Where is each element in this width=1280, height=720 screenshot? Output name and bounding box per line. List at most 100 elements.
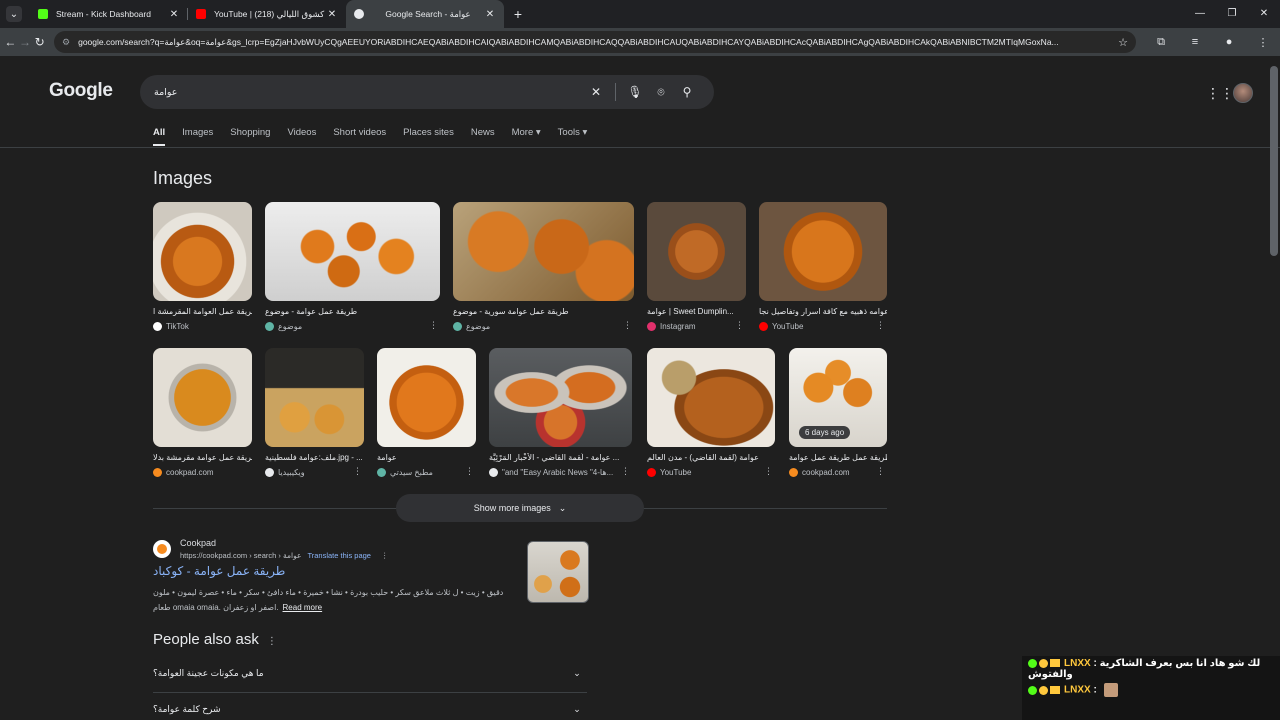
lens-icon[interactable]: ⌾ <box>648 85 674 100</box>
image-thumbnail[interactable] <box>153 202 252 301</box>
search-box[interactable]: عوامة ✕ 🎙 ⌾ ⚲ <box>140 75 714 109</box>
tab-news[interactable]: News <box>471 127 495 146</box>
image-result[interactable]: طريقة عمل عوامة سورية - موضوع موضوع ⋮ <box>453 202 634 331</box>
extensions-icon[interactable]: ⧉ <box>1144 36 1178 49</box>
image-result[interactable]: طريقة عمل عوامة - موضوع موضوع ⋮ <box>265 202 440 331</box>
more-options-icon[interactable]: ⋮ <box>267 636 277 647</box>
reload-icon[interactable]: ↻ <box>33 35 46 49</box>
close-window-icon[interactable]: ✕ <box>1248 0 1280 28</box>
subscriber-badge-icon <box>1039 658 1048 668</box>
result-title-link[interactable]: طريقة عمل عوامة - كوكباد <box>153 564 513 578</box>
image-caption: طريقة عمل عوامة - موضوع <box>265 307 358 316</box>
close-tab-icon[interactable]: ✕ <box>484 9 496 20</box>
image-thumbnail[interactable] <box>647 202 746 301</box>
images-heading: Images <box>153 168 213 188</box>
restore-icon[interactable]: ❐ <box>1216 0 1248 28</box>
paa-question[interactable]: شرح كلمة عوامة؟ ⌄ <box>153 692 587 720</box>
menu-icon[interactable]: ⋮ <box>1246 36 1280 49</box>
image-source: "and "Easy Arabic News "4-ها... <box>502 468 614 477</box>
search-icon[interactable]: ⚲ <box>674 85 700 99</box>
image-thumbnail[interactable] <box>377 348 476 447</box>
image-result[interactable]: 6 days ago طريقة عمل طريقة عمل عوامة... … <box>789 348 887 477</box>
more-options-icon[interactable]: ⋮ <box>381 551 389 560</box>
close-tab-icon[interactable]: ✕ <box>326 9 338 20</box>
image-thumbnail[interactable] <box>489 348 632 447</box>
image-result[interactable]: طريقة عمل عوامة مقرمشة بدلا... cookpad.c… <box>153 348 252 477</box>
image-result[interactable]: عوامة (لقمة القاضي) - مدن العالم YouTube… <box>647 348 775 477</box>
search-input[interactable]: عوامة <box>154 87 583 98</box>
media-icon[interactable]: ≡ <box>1178 36 1212 49</box>
address-bar[interactable]: ⚙ google.com/search?q=عوامة&oq=عوامة&gs_… <box>54 31 1137 53</box>
chat-message: LNXX : <box>1028 683 1274 697</box>
more-options-icon[interactable]: ⋮ <box>735 320 744 331</box>
easy-arabic-news-icon <box>489 468 498 477</box>
image-thumbnail[interactable] <box>153 348 252 447</box>
more-options-icon[interactable]: ⋮ <box>876 466 885 477</box>
avatar[interactable] <box>1233 83 1253 103</box>
tab-search-icon[interactable]: ⌄ <box>6 6 22 22</box>
image-result[interactable]: عوامه ذهبيه مع كافة اسرار وتفاصيل نجا...… <box>759 202 887 331</box>
translate-link[interactable]: Translate this page <box>307 551 371 560</box>
tab-google[interactable]: Google Search - عوامة ✕ <box>346 0 504 28</box>
more-options-icon[interactable]: ⋮ <box>465 466 474 477</box>
tab-short-videos[interactable]: Short videos <box>333 127 386 146</box>
image-result[interactable]: طريقة عمل العوامة المقرمشة ا... TikTok <box>153 202 252 331</box>
image-source: TikTok <box>166 322 189 331</box>
back-icon[interactable]: ← <box>4 35 17 49</box>
paa-question[interactable]: ما هي مكونات عجينة العوامة؟ ⌄ <box>153 656 587 690</box>
minimize-icon[interactable]: — <box>1184 0 1216 28</box>
new-tab-icon[interactable]: + <box>508 6 528 22</box>
tab-all[interactable]: All <box>153 127 166 146</box>
image-thumbnail[interactable] <box>759 202 887 301</box>
cookpad-icon <box>789 468 798 477</box>
chevron-down-icon[interactable]: ⌄ <box>567 663 587 683</box>
more-options-icon[interactable]: ⋮ <box>876 320 885 331</box>
image-thumbnail[interactable] <box>265 348 364 447</box>
page-scrollbar[interactable] <box>1270 66 1278 256</box>
image-result[interactable]: عوامة | Sweet Dumplin... Instagram ⋮ <box>647 202 746 331</box>
voice-search-icon[interactable]: 🎙 <box>622 85 648 99</box>
show-more-images-button[interactable]: Show more images ⌄ <box>396 494 644 522</box>
image-thumbnail[interactable] <box>453 202 634 301</box>
chevron-down-icon[interactable]: ⌄ <box>567 699 587 719</box>
result-thumbnail[interactable] <box>527 541 589 603</box>
tab-images[interactable]: Images <box>182 127 213 146</box>
close-tab-icon[interactable]: ✕ <box>168 9 180 20</box>
chat-username: LNXX <box>1064 658 1091 669</box>
image-source: YouTube <box>660 468 692 477</box>
tab-tools[interactable]: Tools ▾ <box>558 127 588 146</box>
read-more-link[interactable]: Read more <box>283 603 323 612</box>
tab-more[interactable]: More ▾ <box>512 127 541 146</box>
tab-shopping[interactable]: Shopping <box>230 127 270 146</box>
image-caption: عوامه ذهبيه مع كافة اسرار وتفاصيل نجا... <box>759 307 887 316</box>
kick-icon <box>38 9 48 19</box>
tab-places-sites[interactable]: Places sites <box>403 127 454 146</box>
tab-videos[interactable]: Videos <box>287 127 316 146</box>
image-thumbnail[interactable] <box>647 348 775 447</box>
image-result[interactable]: عوامة - لُقمة القاضي - الأَخْبار المَرْئ… <box>489 348 632 477</box>
image-thumbnail[interactable]: 6 days ago <box>789 348 887 447</box>
more-options-icon[interactable]: ⋮ <box>353 466 362 477</box>
crown-icon <box>1050 686 1060 694</box>
tab-kick[interactable]: Stream - Kick Dashboard ✕ <box>30 0 188 28</box>
more-options-icon[interactable]: ⋮ <box>623 320 632 331</box>
search-nav-tabs: All Images Shopping Videos Short videos … <box>153 127 604 146</box>
more-options-icon[interactable]: ⋮ <box>764 466 773 477</box>
tab-youtube[interactable]: YouTube | كشوق الليالي (218) ▸ ✕ <box>188 0 346 28</box>
image-result[interactable]: ملف:عوامة فلسطينية.jpg - ... ويكيبيديا ⋮ <box>265 348 364 477</box>
image-source: موضوع <box>278 322 303 331</box>
bookmark-star-icon[interactable]: ☆ <box>1118 36 1128 49</box>
image-thumbnail[interactable] <box>265 202 440 301</box>
more-options-icon[interactable]: ⋮ <box>429 320 438 331</box>
chat-username: LNXX <box>1064 684 1091 696</box>
emote-icon <box>1103 683 1118 697</box>
clear-icon[interactable]: ✕ <box>583 85 609 99</box>
tab-title: YouTube | كشوق الليالي (218) ▸ <box>214 8 326 19</box>
result-site-name[interactable]: Cookpad <box>180 538 216 548</box>
site-info-icon[interactable]: ⚙ <box>62 37 70 48</box>
more-options-icon[interactable]: ⋮ <box>621 466 630 477</box>
forward-icon[interactable]: → <box>19 35 32 49</box>
image-result[interactable]: عوامة مطبخ سيدتي ⋮ <box>377 348 476 477</box>
google-logo[interactable]: Google <box>49 80 113 102</box>
profile-icon[interactable]: ● <box>1212 36 1246 49</box>
